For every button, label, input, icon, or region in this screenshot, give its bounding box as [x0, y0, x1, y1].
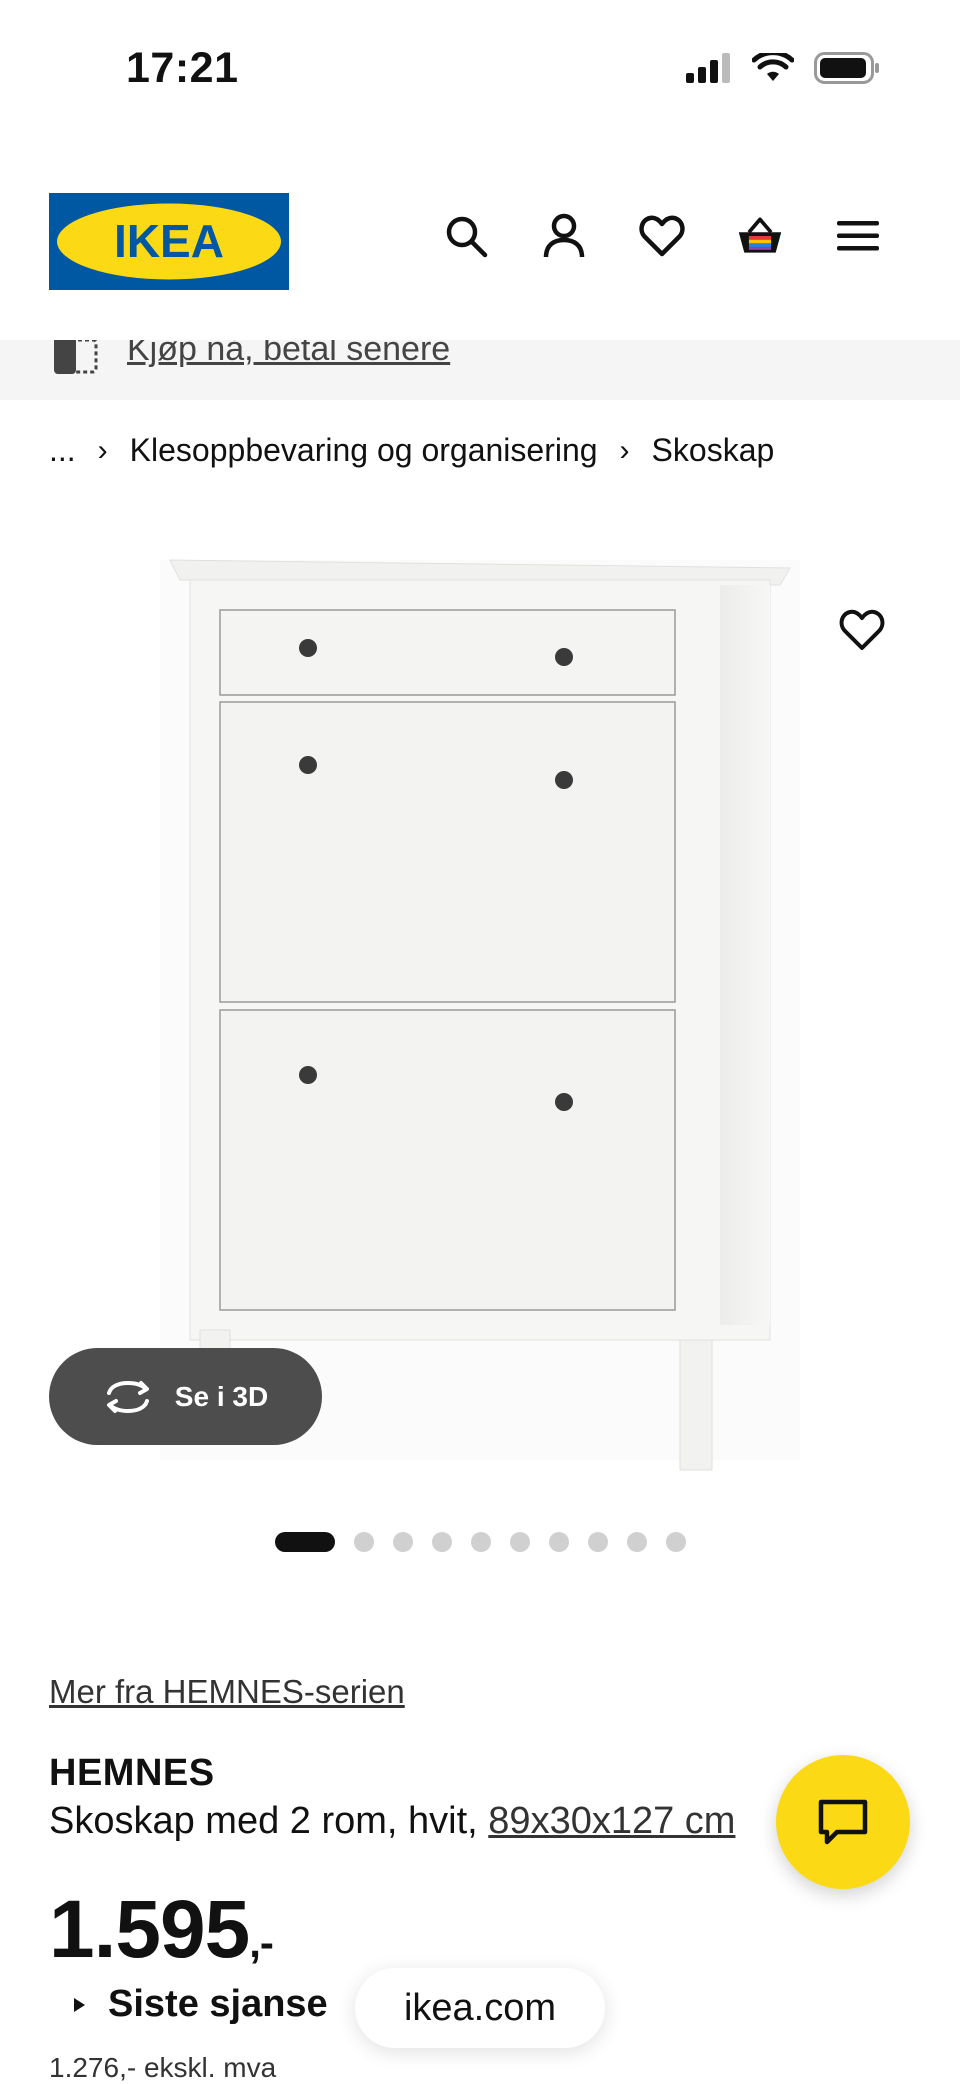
- product-dimensions-link[interactable]: 89x30x127 cm: [488, 1800, 735, 1842]
- carousel-dot[interactable]: [549, 1532, 569, 1552]
- carousel-dot[interactable]: [354, 1532, 374, 1552]
- product-price: 1.595,-: [49, 1883, 274, 1977]
- carousel-dot[interactable]: [275, 1532, 335, 1552]
- battery-icon: [814, 52, 879, 84]
- url-text: ikea.com: [403, 1986, 557, 2029]
- product-name: HEMNES: [49, 1752, 215, 1794]
- last-chance-label: Siste sjanse: [108, 1983, 328, 2025]
- price-main: 1.595: [49, 1884, 250, 1975]
- breadcrumb: ... › Klesoppbevaring og organisering › …: [49, 432, 774, 469]
- browser-url-bar[interactable]: ikea.com: [355, 1968, 605, 2048]
- triangle-right-icon: [74, 1997, 85, 2012]
- breadcrumb-item[interactable]: Skoskap: [652, 432, 775, 469]
- status-time: 17:21: [126, 44, 239, 92]
- heart-icon[interactable]: [638, 212, 686, 260]
- status-icons: [686, 52, 880, 84]
- last-chance-toggle[interactable]: Siste sjanse: [72, 1983, 328, 2026]
- chat-icon: [818, 1799, 868, 1845]
- search-icon[interactable]: [442, 212, 490, 260]
- series-link[interactable]: Mer fra HEMNES-serien: [49, 1673, 405, 1711]
- ikea-logo[interactable]: IKEA: [49, 193, 289, 290]
- menu-icon[interactable]: [834, 212, 882, 260]
- chevron-right-icon: ›: [97, 433, 108, 467]
- carousel-dot[interactable]: [393, 1532, 413, 1552]
- view-3d-label: Se i 3D: [174, 1380, 269, 1412]
- product-description: Skoskap med 2 rom, hvit, 89x30x127 cm: [49, 1800, 735, 1843]
- price-suffix: ,-: [249, 1919, 274, 1966]
- pay-later-icon: [50, 340, 102, 383]
- carousel-dot[interactable]: [627, 1532, 647, 1552]
- basket-icon[interactable]: [736, 212, 784, 260]
- chevron-right-icon: ›: [619, 433, 630, 467]
- carousel-dot[interactable]: [510, 1532, 530, 1552]
- breadcrumb-item[interactable]: Klesoppbevaring og organisering: [130, 432, 598, 469]
- carousel-dot[interactable]: [666, 1532, 686, 1552]
- wifi-icon: [752, 53, 794, 81]
- carousel-indicator: [275, 1532, 686, 1552]
- promo-banner[interactable]: Kjøp nå, betal senere: [0, 340, 960, 400]
- logo-text: IKEA: [114, 215, 224, 267]
- heart-icon: [839, 609, 885, 650]
- carousel-dot[interactable]: [588, 1532, 608, 1552]
- rotate-3d-icon: [106, 1380, 149, 1413]
- add-to-wishlist-button[interactable]: [832, 600, 892, 660]
- carousel-dot[interactable]: [432, 1532, 452, 1552]
- breadcrumb-ellipsis[interactable]: ...: [49, 432, 76, 469]
- product-description-text: Skoskap med 2 rom, hvit,: [49, 1800, 489, 1842]
- cellular-signal-icon: [686, 53, 730, 83]
- header-actions: [442, 212, 882, 260]
- view-3d-button[interactable]: Se i 3D: [49, 1348, 322, 1445]
- carousel-dot[interactable]: [471, 1532, 491, 1552]
- promo-text[interactable]: Kjøp nå, betal senere: [127, 340, 450, 369]
- chat-button[interactable]: [776, 1755, 910, 1889]
- price-excl-vat: 1.276,- ekskl. mva: [49, 2052, 277, 2083]
- account-icon[interactable]: [540, 212, 588, 260]
